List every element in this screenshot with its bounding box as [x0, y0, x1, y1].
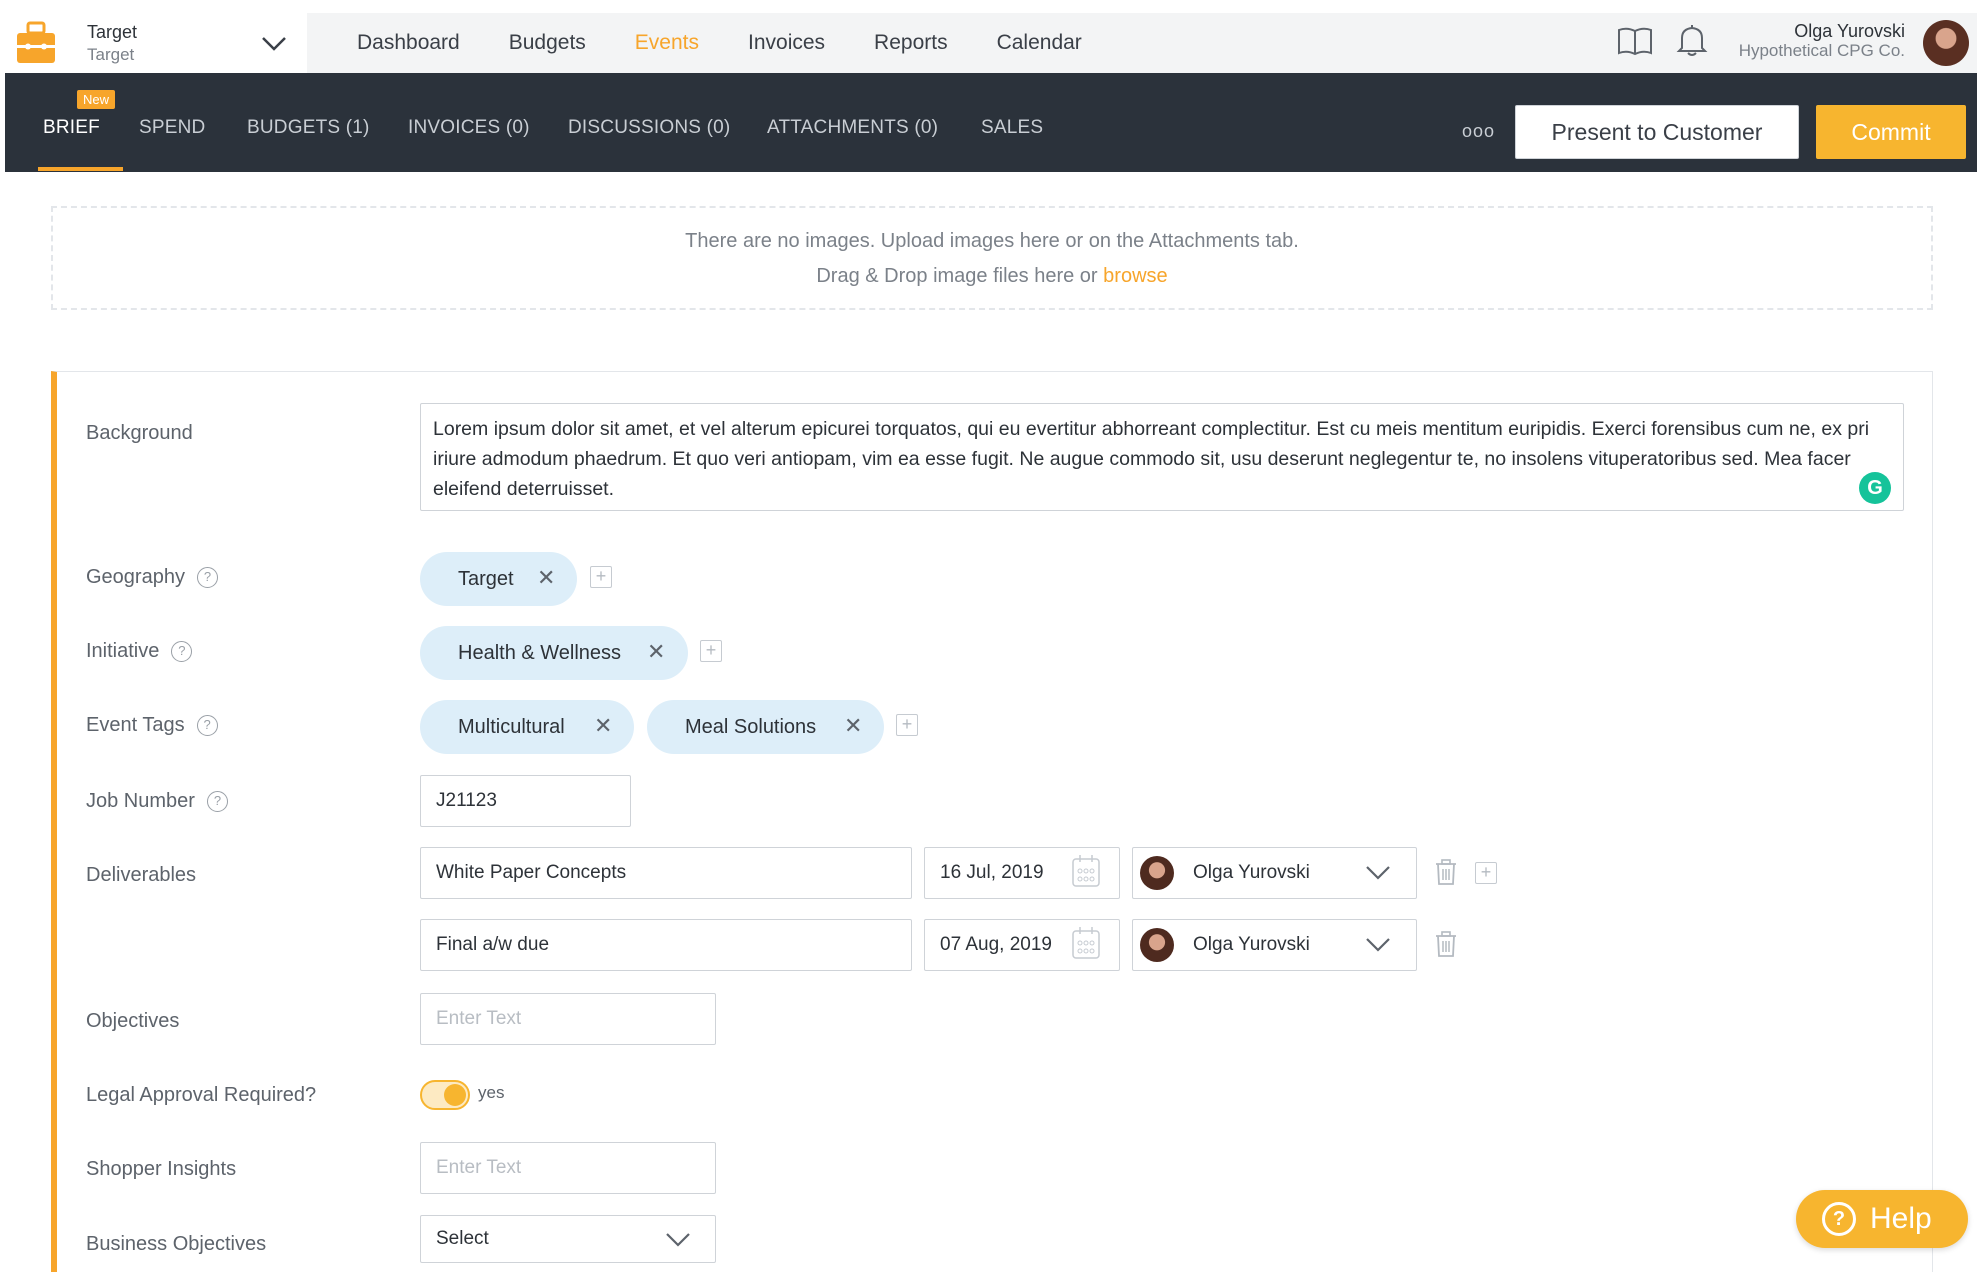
- dropzone-instructions: Drag & Drop image files here or browse: [53, 265, 1931, 288]
- browse-link[interactable]: browse: [1103, 265, 1167, 287]
- business-objectives-label: Business Objectives: [86, 1233, 267, 1255]
- help-question-icon[interactable]: ?: [196, 567, 218, 588]
- owner-avatar: [1140, 928, 1174, 962]
- owner-name: Olga Yurovski: [1193, 934, 1310, 955]
- grammarly-icon[interactable]: G: [1859, 472, 1891, 504]
- remove-tag-icon[interactable]: ✕: [647, 639, 665, 665]
- bell-icon[interactable]: [1676, 23, 1708, 57]
- chevron-down-icon[interactable]: [1365, 937, 1391, 953]
- more-options-button[interactable]: ooo: [1462, 121, 1495, 142]
- remove-tag-icon[interactable]: ✕: [594, 713, 612, 739]
- initiative-tag: Health & Wellness ✕: [420, 626, 688, 680]
- legal-approval-value: yes: [478, 1083, 505, 1102]
- help-question-icon[interactable]: ?: [171, 641, 193, 662]
- legal-approval-toggle[interactable]: [420, 1080, 470, 1110]
- user-name: Olga Yurovski: [1794, 21, 1905, 41]
- nav-calendar[interactable]: Calendar: [997, 31, 1082, 55]
- deliverable-name-input[interactable]: White Paper Concepts: [420, 847, 912, 899]
- background-label: Background: [86, 422, 193, 444]
- add-initiative-button[interactable]: +: [700, 640, 722, 662]
- nav-reports[interactable]: Reports: [874, 31, 948, 55]
- initiative-label-text: Initiative: [86, 640, 160, 662]
- new-badge: New: [77, 90, 116, 109]
- account-name: Target: [87, 22, 138, 42]
- tab-spend[interactable]: SPEND: [139, 117, 205, 139]
- book-icon[interactable]: [1617, 26, 1653, 56]
- account-switcher[interactable]: Target Target: [5, 13, 307, 73]
- briefcase-logo-icon: [17, 21, 55, 63]
- background-textarea[interactable]: Lorem ipsum dolor sit amet, et vel alter…: [420, 403, 1904, 511]
- geography-label: Geography ?: [86, 566, 218, 589]
- objectives-input[interactable]: Enter Text: [420, 993, 716, 1045]
- commit-button[interactable]: Commit: [1816, 105, 1966, 159]
- image-dropzone[interactable]: There are no images. Upload images here …: [51, 206, 1933, 310]
- chevron-down-icon[interactable]: [1365, 865, 1391, 881]
- tag-label: Health & Wellness: [458, 641, 622, 664]
- user-avatar[interactable]: [1923, 20, 1969, 66]
- objectives-label: Objectives: [86, 1010, 180, 1032]
- tag-label: Target: [458, 567, 514, 590]
- dropzone-drag-text: Drag & Drop image files here or: [816, 265, 1104, 287]
- event-tag: Multicultural ✕: [420, 700, 634, 754]
- select-value: Select: [436, 1228, 489, 1249]
- nav-dashboard[interactable]: Dashboard: [357, 31, 460, 55]
- add-event-tag-button[interactable]: +: [896, 714, 918, 736]
- help-label: Help: [1870, 1202, 1932, 1235]
- initiative-label: Initiative ?: [86, 640, 193, 663]
- dropzone-message: There are no images. Upload images here …: [685, 230, 1299, 252]
- toggle-knob: [444, 1084, 466, 1106]
- trash-icon[interactable]: [1434, 930, 1458, 958]
- calendar-icon[interactable]: [1071, 853, 1101, 889]
- nav-events[interactable]: Events: [635, 31, 699, 55]
- tab-sales[interactable]: SALES: [981, 117, 1043, 139]
- chevron-down-icon[interactable]: [260, 35, 288, 53]
- deliverable-date-text: 07 Aug, 2019: [940, 934, 1052, 955]
- deliverable-date-text: 16 Jul, 2019: [940, 862, 1044, 883]
- remove-tag-icon[interactable]: ✕: [844, 713, 862, 739]
- top-bar: Target Target Dashboard Budgets Events I…: [5, 13, 1977, 73]
- trash-icon[interactable]: [1434, 858, 1458, 886]
- remove-tag-icon[interactable]: ✕: [537, 565, 555, 591]
- event-tags-label-text: Event Tags: [86, 714, 185, 736]
- shopper-insights-input[interactable]: Enter Text: [420, 1142, 716, 1194]
- job-number-label: Job Number ?: [86, 790, 228, 813]
- tab-attachments[interactable]: ATTACHMENTS (0): [767, 117, 938, 139]
- calendar-icon[interactable]: [1071, 925, 1101, 961]
- tag-label: Multicultural: [458, 715, 565, 738]
- legal-approval-label: Legal Approval Required?: [86, 1084, 317, 1106]
- tag-label: Meal Solutions: [685, 715, 817, 738]
- tab-budgets[interactable]: BUDGETS (1): [247, 117, 370, 139]
- help-question-icon[interactable]: ?: [206, 791, 228, 812]
- tab-invoices[interactable]: INVOICES (0): [408, 117, 530, 139]
- help-question-icon[interactable]: ?: [196, 715, 218, 736]
- owner-name: Olga Yurovski: [1193, 862, 1310, 883]
- active-tab-indicator: [38, 167, 123, 171]
- geography-tag: Target ✕: [420, 552, 577, 606]
- owner-avatar: [1140, 856, 1174, 890]
- deliverables-label: Deliverables: [86, 864, 197, 886]
- present-to-customer-button[interactable]: Present to Customer: [1515, 105, 1799, 159]
- job-number-input[interactable]: J21123: [420, 775, 631, 827]
- add-geography-button[interactable]: +: [590, 566, 612, 588]
- job-number-label-text: Job Number: [86, 790, 195, 812]
- event-tags-label: Event Tags ?: [86, 714, 218, 737]
- event-sub-nav: New BRIEF SPEND BUDGETS (1) INVOICES (0)…: [5, 73, 1977, 172]
- nav-invoices[interactable]: Invoices: [748, 31, 825, 55]
- tab-discussions[interactable]: DISCUSSIONS (0): [568, 117, 730, 139]
- tab-brief[interactable]: BRIEF: [43, 117, 100, 139]
- main-nav: Dashboard Budgets Events Invoices Report…: [357, 13, 1131, 73]
- add-deliverable-button[interactable]: +: [1475, 862, 1497, 884]
- nav-budgets[interactable]: Budgets: [509, 31, 586, 55]
- event-tag: Meal Solutions ✕: [647, 700, 884, 754]
- shopper-insights-label: Shopper Insights: [86, 1158, 237, 1180]
- account-sub: Target: [87, 45, 135, 64]
- deliverable-name-input[interactable]: Final a/w due: [420, 919, 912, 971]
- chevron-down-icon[interactable]: [665, 1232, 691, 1248]
- help-button[interactable]: ? Help: [1796, 1190, 1968, 1248]
- help-circle-icon: ?: [1822, 1202, 1856, 1236]
- geography-label-text: Geography: [86, 566, 185, 588]
- user-org: Hypothetical CPG Co.: [1738, 41, 1905, 60]
